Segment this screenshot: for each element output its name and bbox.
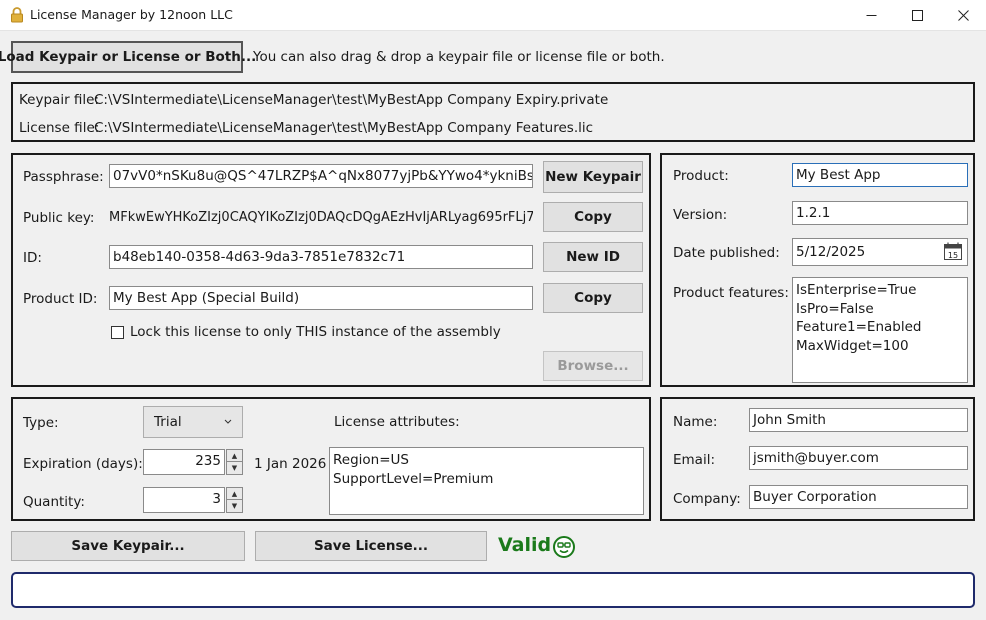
date-published-label: Date published: (673, 245, 780, 261)
company-label: Company: (673, 491, 741, 507)
new-id-button[interactable]: New ID (543, 242, 643, 272)
keypair-file-path: C:\VSIntermediate\LicenseManager\test\My… (94, 92, 609, 108)
quantity-label: Quantity: (23, 494, 85, 510)
spin-down-icon[interactable]: ▼ (227, 462, 242, 474)
type-label: Type: (23, 415, 59, 431)
feature-line: MaxWidget=100 (796, 337, 909, 354)
chevron-down-icon (224, 419, 232, 424)
product-input[interactable]: My Best App (792, 163, 968, 187)
product-label: Product: (673, 168, 729, 184)
keys-panel: Passphrase: 07vV0*nSKu8u@QS^47LRZP$A^qNx… (11, 153, 651, 387)
license-file-path: C:\VSIntermediate\LicenseManager\test\My… (94, 120, 594, 136)
new-keypair-button[interactable]: New Keypair (543, 161, 643, 193)
product-features-textarea[interactable]: IsEnterprise=True IsPro=False Feature1=E… (792, 277, 968, 383)
calendar-day-text: 15 (948, 251, 958, 260)
attribute-line: Region=US (333, 452, 409, 468)
passphrase-input[interactable]: 07vV0*nSKu8u@QS^47LRZP$A^qNx8077yjPb&YYw… (109, 164, 533, 188)
product-panel: Product: My Best App Version: 1.2.1 Date… (660, 153, 975, 387)
smiley-face-icon (553, 536, 575, 558)
file-paths-panel: Keypair file: C:\VSIntermediate\LicenseM… (11, 82, 975, 142)
maximize-icon (911, 10, 923, 21)
expiration-days-input[interactable]: 235 (143, 449, 225, 475)
passphrase-label: Passphrase: (23, 169, 104, 185)
quantity-input[interactable]: 3 (143, 487, 225, 513)
license-file-label: License file: (19, 120, 100, 136)
company-input[interactable]: Buyer Corporation (749, 485, 968, 509)
validity-status: Valid (498, 534, 552, 556)
spin-up-icon[interactable]: ▲ (227, 450, 242, 462)
customer-panel: Name: John Smith Email: jsmith@buyer.com… (660, 397, 975, 521)
close-button[interactable] (940, 0, 986, 31)
status-message-bar (11, 572, 975, 608)
lock-icon (11, 7, 23, 23)
spin-down-icon[interactable]: ▼ (227, 500, 242, 512)
load-keypair-license-button[interactable]: Load Keypair or License or Both... (0, 41, 256, 73)
expiration-date: 1 Jan 2026 (254, 456, 327, 472)
close-icon (957, 10, 969, 21)
product-id-label: Product ID: (23, 291, 98, 307)
keypair-file-label: Keypair file: (19, 92, 100, 108)
license-attributes-textarea[interactable]: Region=US SupportLevel=Premium (329, 447, 644, 515)
feature-line: Feature1=Enabled (796, 319, 922, 335)
license-attributes-label: License attributes: (334, 414, 460, 430)
product-id-input[interactable]: My Best App (Special Build) (109, 286, 533, 310)
email-label: Email: (673, 452, 716, 468)
public-key-value: MFkwEwYHKoZIzj0CAQYIKoZIzj0DAQcDQgAEzHvI… (109, 210, 533, 225)
feature-line: IsPro=False (796, 300, 874, 317)
date-published-value: 5/12/2025 (796, 244, 866, 260)
product-features-label: Product features: (673, 285, 789, 301)
copy-product-id-button[interactable]: Copy (543, 283, 643, 313)
copy-public-key-button[interactable]: Copy (543, 202, 643, 232)
id-input[interactable]: b48eb140-0358-4d63-9da3-7851e7832c71 (109, 245, 533, 269)
calendar-icon[interactable]: 15 (943, 241, 963, 261)
version-label: Version: (673, 207, 728, 223)
drag-drop-hint: You can also drag & drop a keypair file … (253, 49, 665, 65)
quantity-spinner[interactable]: ▲ ▼ (226, 487, 243, 513)
minimize-button[interactable] (848, 0, 894, 31)
lock-license-label: Lock this license to only THIS instance … (130, 324, 501, 340)
public-key-label: Public key: (23, 210, 95, 226)
minimize-icon (866, 15, 876, 16)
save-license-button[interactable]: Save License... (255, 531, 487, 561)
version-input[interactable]: 1.2.1 (792, 201, 968, 225)
maximize-button[interactable] (894, 0, 940, 31)
id-label: ID: (23, 250, 42, 266)
type-select[interactable]: Trial (143, 406, 243, 438)
expiration-label: Expiration (days): (23, 456, 143, 472)
license-panel: Type: Trial License attributes: Expirati… (11, 397, 651, 521)
browse-button[interactable]: Browse... (543, 351, 643, 381)
name-label: Name: (673, 414, 718, 430)
lock-license-checkbox[interactable] (111, 326, 124, 339)
type-select-value: Trial (154, 414, 182, 430)
window-title: License Manager by 12noon LLC (30, 7, 233, 22)
feature-line: IsEnterprise=True (796, 282, 917, 298)
name-input[interactable]: John Smith (749, 408, 968, 432)
save-keypair-button[interactable]: Save Keypair... (11, 531, 245, 561)
attribute-line: SupportLevel=Premium (333, 470, 494, 487)
expiration-spinner[interactable]: ▲ ▼ (226, 449, 243, 475)
date-published-picker[interactable]: 5/12/2025 (792, 238, 968, 266)
email-input[interactable]: jsmith@buyer.com (749, 446, 968, 470)
spin-up-icon[interactable]: ▲ (227, 488, 242, 500)
